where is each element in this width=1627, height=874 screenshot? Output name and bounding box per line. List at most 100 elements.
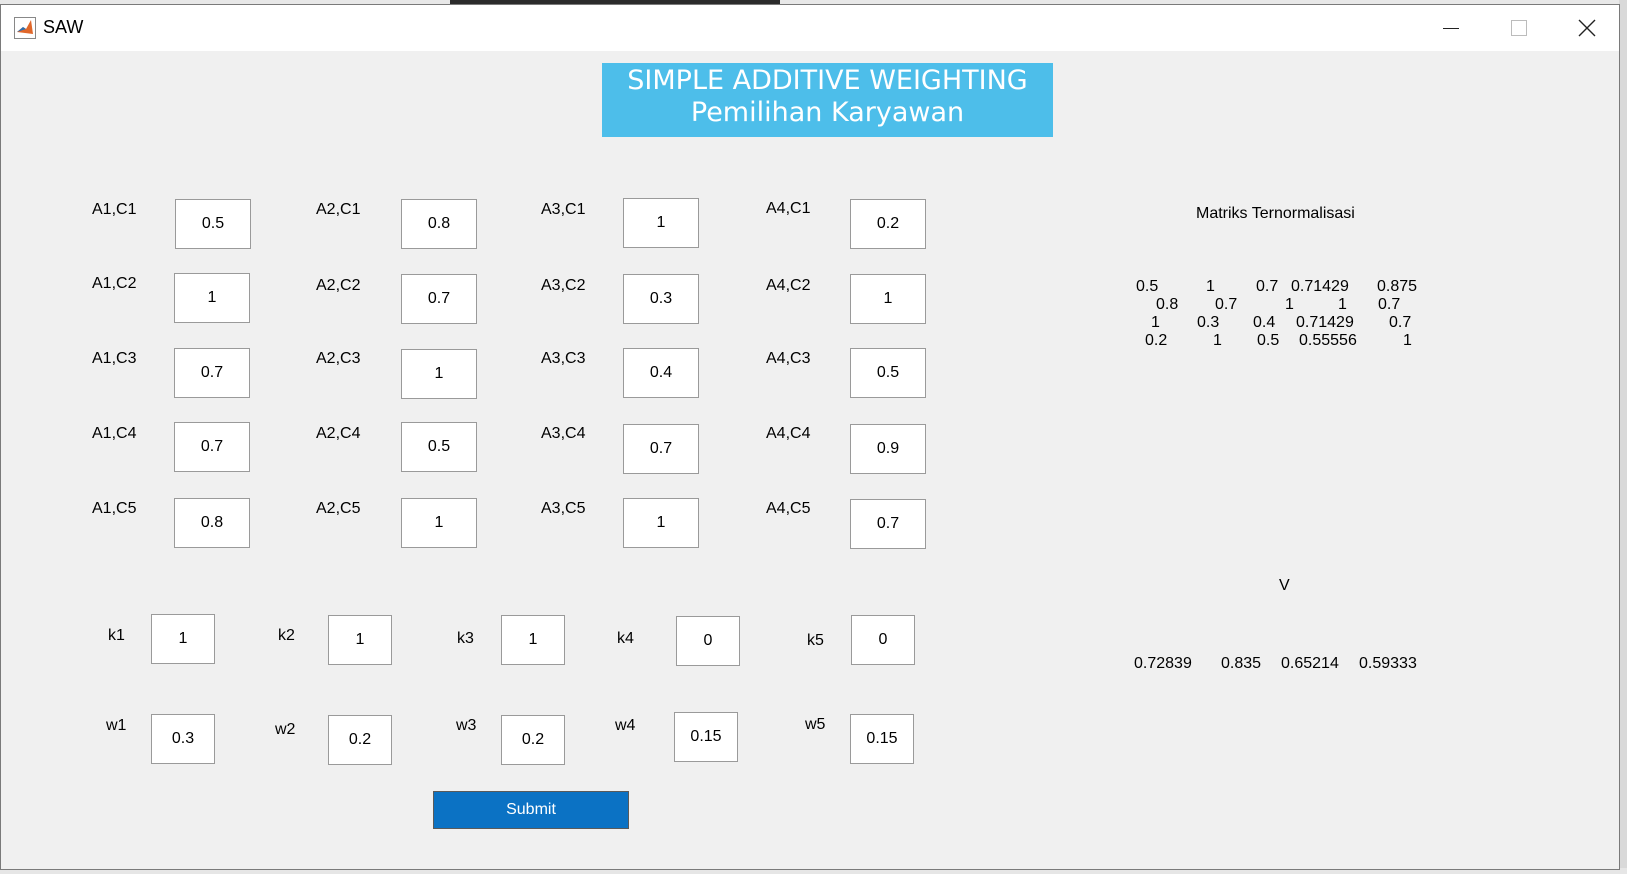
input-a3-c2[interactable]: 0.3 [623, 274, 699, 324]
label-a4-c5: A4,C5 [766, 500, 811, 517]
matrix-cell: 0.7 [1389, 314, 1412, 331]
input-a4-c3[interactable]: 0.5 [850, 348, 926, 398]
matrix-cell: 1 [1285, 296, 1294, 313]
matrix-cell: 1 [1338, 296, 1347, 313]
input-w5[interactable]: 0.15 [850, 714, 914, 764]
result-title: V [1279, 577, 1290, 594]
matrix-cell: 0.7 [1378, 296, 1401, 313]
maximize-button[interactable] [1485, 5, 1553, 51]
result-value: 0.72839 [1134, 655, 1192, 672]
input-k2[interactable]: 1 [328, 615, 392, 665]
window-title: SAW [43, 17, 84, 37]
matrix-cell: 1 [1151, 314, 1160, 331]
input-k5[interactable]: 0 [851, 615, 915, 665]
label-a4-c3: A4,C3 [766, 350, 811, 367]
maximize-icon [1511, 20, 1527, 36]
input-a1-c4[interactable]: 0.7 [174, 422, 250, 472]
input-w1[interactable]: 0.3 [151, 714, 215, 764]
input-k4[interactable]: 0 [676, 616, 740, 666]
matrix-cell: 0.71429 [1291, 278, 1349, 295]
label-a1-c4: A1,C4 [92, 425, 137, 442]
label-w2: w2 [275, 721, 296, 738]
header-banner: SIMPLE ADDITIVE WEIGHTING Pemilihan Kary… [602, 63, 1053, 137]
input-a2-c4[interactable]: 0.5 [401, 422, 477, 472]
input-a3-c4[interactable]: 0.7 [623, 424, 699, 474]
matrix-cell: 0.875 [1377, 278, 1418, 295]
label-a2-c5: A2,C5 [316, 500, 361, 517]
input-a4-c1[interactable]: 0.2 [850, 199, 926, 249]
input-a1-c2[interactable]: 1 [174, 273, 250, 323]
input-a2-c5[interactable]: 1 [401, 498, 477, 548]
label-a2-c1: A2,C1 [316, 201, 361, 218]
result-value: 0.835 [1221, 655, 1262, 672]
label-w4: w4 [615, 717, 636, 734]
label-w3: w3 [456, 717, 477, 734]
normalized-matrix-title: Matriks Ternormalisasi [1196, 205, 1355, 222]
label-a1-c2: A1,C2 [92, 275, 137, 292]
label-a1-c5: A1,C5 [92, 500, 137, 517]
matrix-cell: 1 [1213, 332, 1222, 349]
header-subtitle: Pemilihan Karyawan [690, 97, 965, 128]
matrix-cell: 0.7 [1256, 278, 1279, 295]
matrix-cell: 1 [1403, 332, 1412, 349]
matrix-cell: 0.55556 [1299, 332, 1357, 349]
minimize-icon [1443, 27, 1459, 29]
input-a2-c2[interactable]: 0.7 [401, 274, 477, 324]
label-a4-c1: A4,C1 [766, 200, 811, 217]
matrix-cell: 1 [1206, 278, 1215, 295]
label-k5: k5 [807, 632, 824, 649]
matrix-cell: 0.3 [1197, 314, 1220, 331]
label-a2-c2: A2,C2 [316, 277, 361, 294]
minimize-button[interactable] [1417, 5, 1485, 51]
input-a3-c3[interactable]: 0.4 [623, 348, 699, 398]
background-window-edge [1619, 0, 1627, 874]
matrix-cell: 0.71429 [1296, 314, 1354, 331]
label-k3: k3 [457, 630, 474, 647]
label-a3-c1: A3,C1 [541, 201, 586, 218]
input-a4-c5[interactable]: 0.7 [850, 499, 926, 549]
title-bar[interactable]: SAW [1, 5, 1619, 51]
saw-window: SAW SIMPLE ADDITIVE WEIGHTING Pemilihan … [0, 4, 1620, 870]
close-button[interactable] [1553, 5, 1621, 51]
input-a2-c1[interactable]: 0.8 [401, 199, 477, 249]
close-icon [1578, 19, 1596, 37]
label-a1-c1: A1,C1 [92, 201, 137, 218]
input-a4-c4[interactable]: 0.9 [850, 424, 926, 474]
label-a2-c4: A2,C4 [316, 425, 361, 442]
input-a3-c5[interactable]: 1 [623, 498, 699, 548]
matrix-cell: 0.2 [1145, 332, 1168, 349]
label-a3-c4: A3,C4 [541, 425, 586, 442]
matrix-cell: 0.4 [1253, 314, 1276, 331]
label-a3-c2: A3,C2 [541, 277, 586, 294]
input-a1-c1[interactable]: 0.5 [175, 199, 251, 249]
label-k4: k4 [617, 630, 634, 647]
submit-button[interactable]: Submit [433, 791, 629, 829]
input-w2[interactable]: 0.2 [328, 715, 392, 765]
input-a1-c5[interactable]: 0.8 [174, 498, 250, 548]
matrix-cell: 0.5 [1257, 332, 1280, 349]
label-a2-c3: A2,C3 [316, 350, 361, 367]
label-a1-c3: A1,C3 [92, 350, 137, 367]
matlab-icon [14, 17, 36, 39]
label-k1: k1 [108, 627, 125, 644]
header-title: SIMPLE ADDITIVE WEIGHTING [627, 65, 1028, 96]
input-w4[interactable]: 0.15 [674, 712, 738, 762]
input-k1[interactable]: 1 [151, 614, 215, 664]
label-a3-c5: A3,C5 [541, 500, 586, 517]
result-value: 0.65214 [1281, 655, 1339, 672]
matrix-cell: 0.5 [1136, 278, 1159, 295]
matrix-cell: 0.8 [1156, 296, 1179, 313]
input-a3-c1[interactable]: 1 [623, 198, 699, 248]
label-a4-c4: A4,C4 [766, 425, 811, 442]
label-k2: k2 [278, 627, 295, 644]
input-k3[interactable]: 1 [501, 615, 565, 665]
result-value: 0.59333 [1359, 655, 1417, 672]
input-w3[interactable]: 0.2 [501, 715, 565, 765]
matrix-cell: 0.7 [1215, 296, 1238, 313]
label-w1: w1 [106, 717, 127, 734]
input-a1-c3[interactable]: 0.7 [174, 348, 250, 398]
input-a4-c2[interactable]: 1 [850, 274, 926, 324]
label-a3-c3: A3,C3 [541, 350, 586, 367]
label-w5: w5 [805, 716, 826, 733]
input-a2-c3[interactable]: 1 [401, 349, 477, 399]
